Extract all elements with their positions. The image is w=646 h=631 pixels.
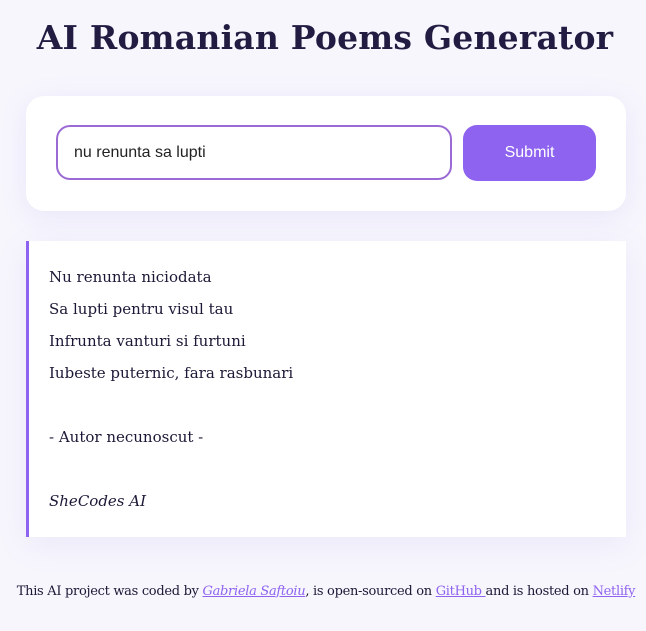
poem-signature: SheCodes AI xyxy=(49,492,147,510)
poem-author: - Autor necunoscut - xyxy=(49,428,204,446)
poem-card: Nu renunta niciodata Sa lupti pentru vis… xyxy=(26,241,626,537)
poem-line: Infrunta vanturi si furtuni xyxy=(49,332,246,350)
footer-text: This AI project was coded by xyxy=(16,584,203,599)
submit-button[interactable]: Submit xyxy=(463,125,596,181)
footer-text: , is open-sourced on xyxy=(305,584,436,599)
poem-line: Nu renunta niciodata xyxy=(49,268,212,286)
poem-line: Sa lupti pentru visul tau xyxy=(49,300,234,318)
github-link[interactable]: GitHub xyxy=(436,584,486,599)
search-form: Submit xyxy=(26,96,626,211)
footer: This AI project was coded by Gabriela Sa… xyxy=(0,584,646,599)
page-title: AI Romanian Poems Generator xyxy=(36,18,614,57)
poem-lines: Nu renunta niciodata Sa lupti pentru vis… xyxy=(49,261,293,389)
footer-text: and is hosted on xyxy=(485,584,593,599)
search-input[interactable] xyxy=(56,125,452,180)
author-link[interactable]: Gabriela Saftoiu xyxy=(203,584,306,599)
netlify-link[interactable]: Netlify xyxy=(593,584,636,599)
poem-line: Iubeste puternic, fara rasbunari xyxy=(49,364,294,382)
